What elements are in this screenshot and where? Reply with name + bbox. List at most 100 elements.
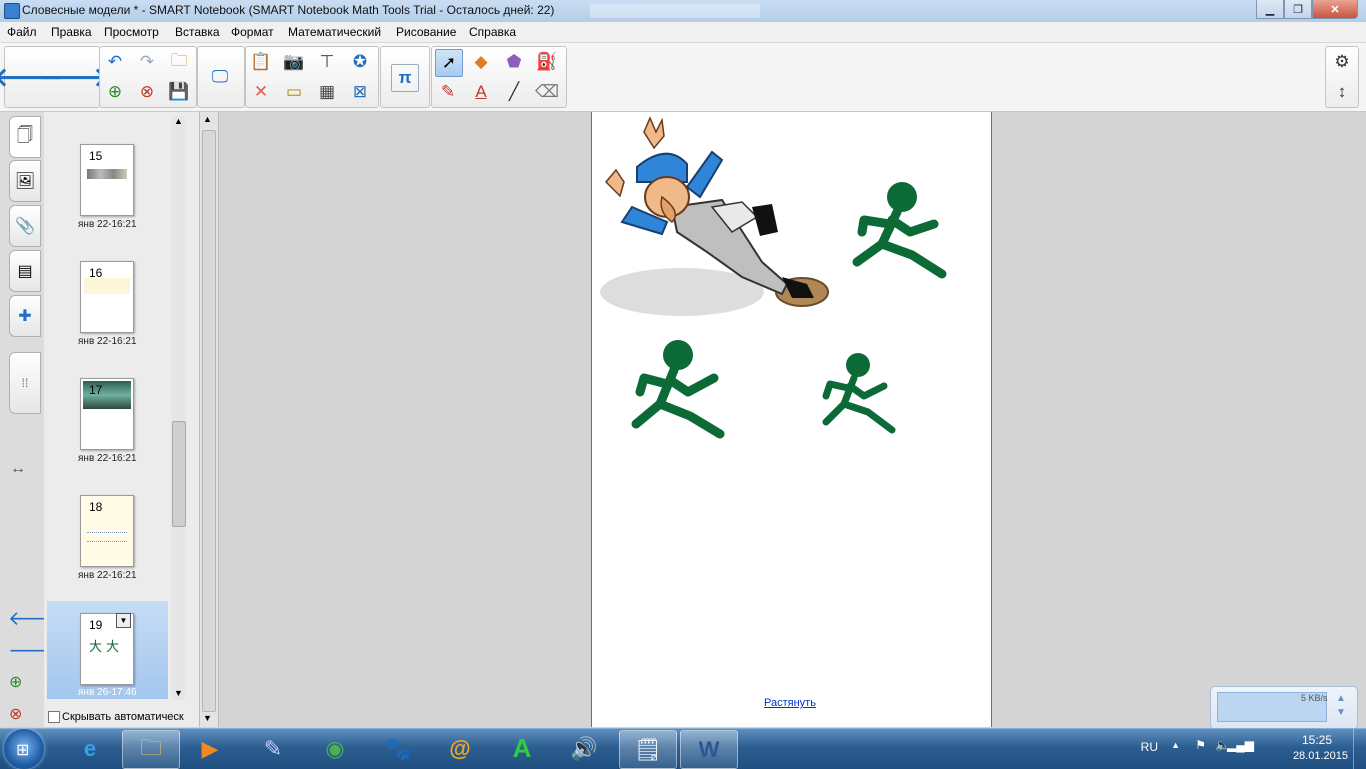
main-toolbar: 🡐 🡒 ↶ ↷ 🗀 ⊕ ⊗ 💾 🖵 📋 📷 ⊤ ✪ ✕ ▭ ▦ ⊠ π ➚ ◆ … [0,43,1366,112]
action-center-icon[interactable]: ⚑ [1195,738,1206,752]
addons-tab-icon[interactable]: ✚ [9,295,41,337]
attachments-tab-icon[interactable]: 📎 [9,205,41,247]
close-tools-icon[interactable]: ⊠ [347,79,373,105]
select-tool-icon[interactable]: ➚ [435,49,463,77]
baseball-player-clipart[interactable] [600,116,829,316]
delete-page-button[interactable]: ⊗ [134,79,160,105]
redo-button[interactable]: ↷ [134,49,160,75]
scroll-up-icon[interactable]: ▲ [174,116,183,126]
splitter-thumb[interactable] [202,130,216,712]
fill-tool-icon[interactable]: ⛽ [534,49,560,75]
settings-group: ⚙ ↕ [1325,46,1359,108]
stretch-link[interactable]: Растянуть [764,697,816,709]
close-button[interactable]: ✕ [1312,0,1358,19]
eraser-shape-icon[interactable]: ⬟ [501,49,527,75]
line-tool-icon[interactable]: ╱ [501,79,527,105]
gimp-icon[interactable]: 🐾 [370,730,426,767]
clock-date[interactable]: 28.01.2015 [1293,750,1348,762]
settings-gear-icon[interactable]: ⚙ [1329,49,1355,75]
scroll-down-icon[interactable]: ▼ [174,688,183,698]
screen-shade-icon[interactable]: ▭ [281,79,307,105]
splitter-up-icon: ▲ [203,114,212,124]
page-thumbnail-17[interactable]: 17 [80,378,134,450]
media-player-icon[interactable]: ▶ [182,730,238,767]
show-hidden-icons-icon[interactable]: ▲ [1171,740,1180,750]
smart-tools-icon[interactable]: ✪ [347,49,373,75]
page-thumbnail-16[interactable]: 16 [80,261,134,333]
panel-splitter[interactable]: ▲ ▼ [199,112,219,727]
document-camera-icon[interactable]: ⊤ [314,49,340,75]
chrome-icon[interactable]: ◉ [307,730,363,767]
language-indicator[interactable]: RU [1141,740,1158,754]
thumbnail-preview: 大大 [89,639,124,654]
scroll-thumb[interactable] [172,421,186,527]
autohide-checkbox[interactable] [48,711,60,723]
menu-insert[interactable]: Вставка [175,25,220,39]
internet-explorer-icon[interactable]: e [62,730,118,767]
window-title: Словесные модели * - SMART Notebook (SMA… [22,3,555,17]
paste-icon[interactable]: 📋 [248,49,274,75]
menu-view[interactable]: Просмотр [104,25,159,39]
clock-time[interactable]: 15:25 [1302,733,1332,747]
next-page-button[interactable]: 🡒 [39,62,109,92]
sorter-add-page-icon[interactable]: ⊕ [9,672,22,692]
save-button[interactable]: 💾 [166,79,192,105]
page-thumbnail-15[interactable]: 15 [80,144,134,216]
running-figure-1[interactable] [852,182,947,279]
network-meter-widget[interactable]: 5 KB/s ▲ ▼ [1210,686,1358,730]
undo-button[interactable]: ↶ [102,49,128,75]
open-folder-icon[interactable]: 🗀 [166,49,192,75]
page-thumbnail-18[interactable]: 18 [80,495,134,567]
menu-help[interactable]: Справка [469,25,516,39]
math-tools-button[interactable]: π [391,64,419,92]
previous-page-button[interactable]: 🡐 [0,62,63,92]
show-desktop-button[interactable] [1353,729,1366,769]
page-menu-dropdown-icon[interactable]: ▼ [116,613,131,628]
pens-tool-icon[interactable]: ✎ [435,79,461,105]
properties-tab-icon[interactable]: ▤ [9,250,41,292]
resize-panel-icon[interactable]: ↔ [10,460,26,478]
menu-math[interactable]: Математический [288,25,381,39]
maximize-button[interactable]: ❐ [1284,0,1312,19]
paint-brush-icon[interactable]: ✎ [245,730,301,767]
eraser-tool-icon[interactable]: ⌫ [534,79,560,105]
network-icon[interactable]: ▂▄▆ [1227,738,1254,752]
menu-edit[interactable]: Правка [51,25,92,39]
widget-scroll-up-icon[interactable]: ▲ [1336,693,1346,704]
gallery-tab-icon[interactable]: 🖼 [9,160,41,202]
widget-scroll-down-icon[interactable]: ▼ [1336,707,1346,718]
page-date: янв 22-16:21 [78,453,137,464]
page-sorter-tab-icon[interactable]: 🗍 [9,116,41,158]
shapes-tool-icon[interactable]: ◆ [468,49,494,75]
a-app-icon[interactable]: A [494,730,550,767]
notebook-page[interactable]: Растянуть [591,112,992,727]
delete-icon[interactable]: ✕ [248,79,274,105]
text-tool-icon[interactable]: A [468,79,494,105]
menu-file[interactable]: Файл [7,25,37,39]
running-figure-3[interactable] [822,353,896,434]
menu-format[interactable]: Формат [231,25,274,39]
expand-panel-icon[interactable]: ⁞⁞ [9,352,41,414]
page-sorter: 15 янв 22-16:21 16 янв 22-16:21 17 янв 2… [44,112,199,727]
word-task-icon[interactable]: W [680,730,738,769]
screen-capture-icon[interactable]: 📷 [281,49,307,75]
move-toolbar-icon[interactable]: ↕ [1329,79,1355,105]
table-icon[interactable]: ▦ [314,79,340,105]
minimize-button[interactable]: ▁ [1256,0,1284,19]
speaker-app-icon[interactable]: 🔊 [556,730,612,767]
navigation-group: 🡐 🡒 [0,46,109,108]
start-button[interactable]: ⊞ [4,729,44,769]
splitter-down-icon: ▼ [203,713,212,723]
add-page-button[interactable]: ⊕ [102,79,128,105]
sorter-delete-page-icon[interactable]: ⊗ [9,704,22,724]
mail-agent-icon[interactable]: @ [432,730,488,767]
smart-notebook-app-icon[interactable] [4,3,20,19]
smart-notebook-task-icon[interactable]: 🗒 [619,730,677,769]
sorter-scrollbar[interactable]: ▲ ▼ [171,116,186,700]
running-figure-2[interactable] [631,340,725,439]
menu-draw[interactable]: Рисование [396,25,456,39]
explorer-folder-icon[interactable]: 🗀 [122,730,180,769]
thumbnail-preview [87,532,127,542]
full-screen-icon[interactable]: 🖵 [207,64,233,90]
side-tabs: 🗍 🖼 📎 ▤ ✚ ⁞⁞ ↔ 🡐 🡒 ⊕ ⊗ [0,112,62,727]
